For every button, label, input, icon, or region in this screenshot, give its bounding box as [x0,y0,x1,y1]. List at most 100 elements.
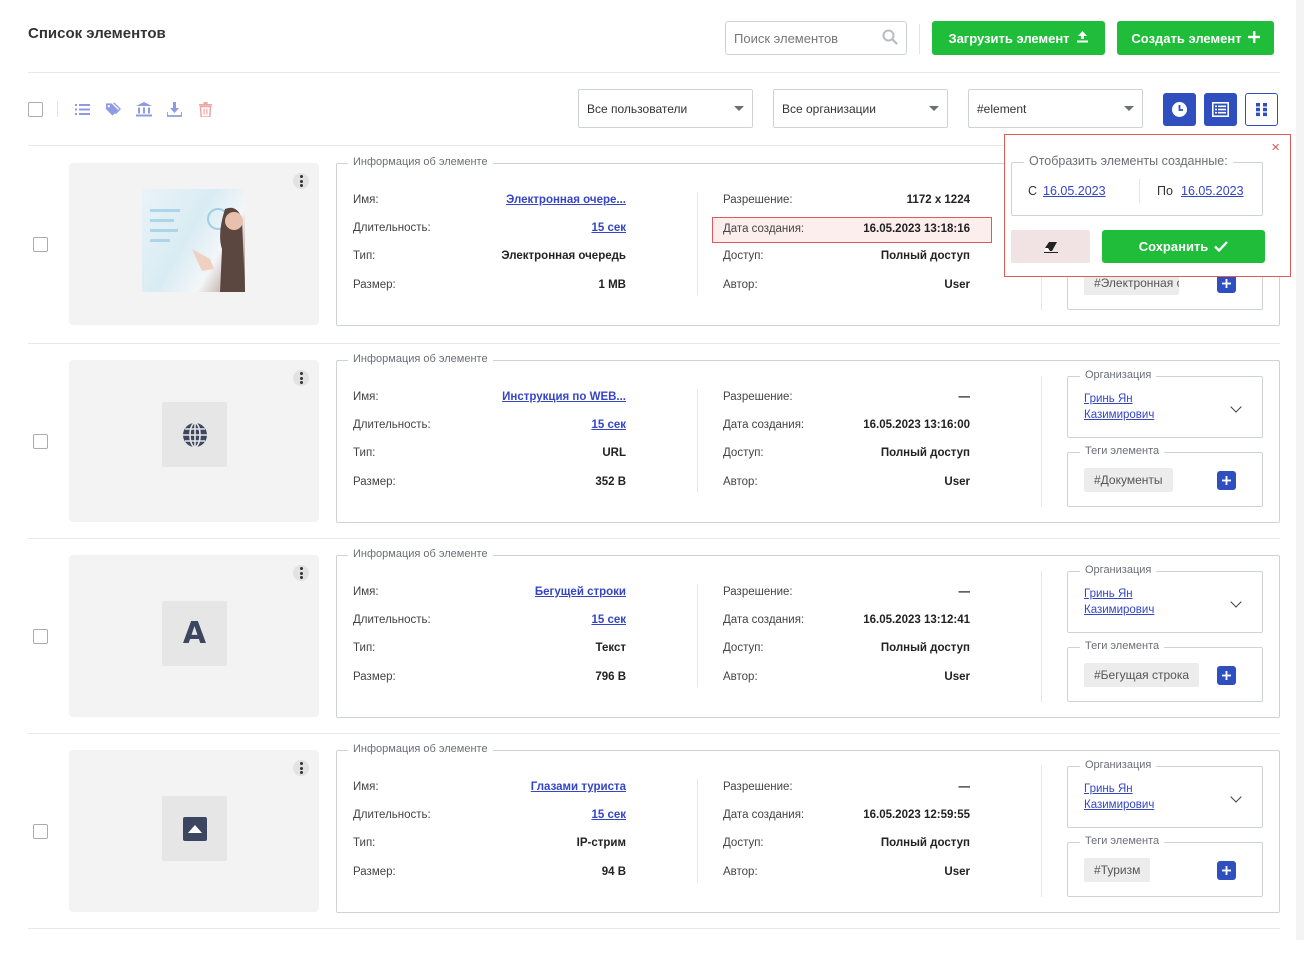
tags-icon[interactable] [105,101,121,117]
size-value: 94 B [601,866,626,878]
to-date-input[interactable]: 16.05.2023 [1181,184,1244,198]
item-checkbox[interactable] [33,237,48,252]
clear-button[interactable] [1011,230,1090,263]
upload-button[interactable]: Загрузить элемент [932,21,1105,55]
date-filter-button[interactable] [1163,93,1196,126]
author-label: Автор: [723,866,758,878]
item-size-row: Размер: 1 MB [353,279,626,291]
add-tag-button[interactable] [1217,471,1236,490]
upload-button-label: Загрузить элемент [948,30,1070,46]
more-options-icon[interactable] [293,370,309,386]
users-filter-value: Все пользователи [587,101,688,116]
item-author-row: Автор: User [723,476,970,488]
text-icon: A [182,616,207,651]
more-options-icon[interactable] [293,565,309,581]
chevron-down-icon[interactable] [1230,596,1242,608]
item-checkbox[interactable] [33,629,48,644]
column-divider [697,779,698,882]
chevron-down-icon[interactable] [1230,401,1242,413]
item-author-row: Автор: User [723,866,970,878]
grid-view-button[interactable] [1245,93,1278,126]
size-value: 796 B [595,671,626,683]
duration-value[interactable]: 15 сек [591,419,626,431]
item-thumbnail[interactable]: A [69,555,319,717]
org-legend: Организация [1080,369,1157,381]
item-info-card: Информация об элементе Имя: Инструкция по … [336,353,1280,523]
name-value[interactable]: Инструкция по WEB... [502,391,626,403]
duration-value[interactable]: 15 сек [591,809,626,821]
save-button-label: Сохранить [1138,239,1209,254]
organization-link[interactable]: Гринь Ян Казимирович [1084,781,1184,813]
plus-icon [1222,476,1231,485]
search-placeholder: Поиск элементов [734,30,839,46]
caret-down-icon [929,106,939,111]
item-checkbox[interactable] [33,434,48,449]
item-created-row: Дата создания: 16.05.2023 13:12:41 [723,614,970,626]
tags-fieldset: Теги элемента #Туризм [1067,835,1263,897]
download-icon[interactable] [166,101,182,117]
item-author-row: Автор: User [723,279,970,291]
item-checkbox[interactable] [33,824,48,839]
name-value[interactable]: Электронная очере... [506,194,626,206]
list-icon[interactable] [74,101,90,117]
close-icon[interactable]: × [1271,140,1280,155]
item-duration-row: Длительность: 15 сек [353,614,626,626]
organization-fieldset: Организация Гринь Ян Казимирович [1067,369,1263,438]
duration-value[interactable]: 15 сек [591,222,626,234]
item-divider [28,733,1280,734]
create-button[interactable]: Создать элемент [1117,21,1274,55]
item-thumbnail[interactable] [69,163,319,325]
item-thumbnail[interactable] [69,360,319,522]
toolbar-divider [57,101,58,117]
organization-link[interactable]: Гринь Ян Казимирович [1084,391,1184,423]
more-options-icon[interactable] [293,173,309,189]
plus-icon [1222,671,1231,680]
item-resolution-row: Разрешение: — [723,391,970,403]
trash-icon[interactable] [197,101,213,117]
chevron-down-icon[interactable] [1230,791,1242,803]
item-access-row: Доступ: Полный доступ [723,837,970,849]
plus-icon [1222,866,1231,875]
item-created-row: Дата создания: 16.05.2023 13:16:00 [723,419,970,431]
size-label: Размер: [353,866,396,878]
created-value: 16.05.2023 13:16:00 [863,419,970,431]
name-value[interactable]: Глазами туриста [531,781,626,793]
item-type-row: Тип: Электронная очередь [353,250,626,262]
list-view-button[interactable] [1204,93,1237,126]
access-label: Доступ: [723,642,764,654]
item-size-row: Размер: 94 B [353,866,626,878]
access-value: Полный доступ [880,642,970,654]
search-icon[interactable] [882,29,898,48]
tag-filter-select[interactable]: #element [968,89,1143,128]
info-legend: Информация об элементе [348,548,493,560]
item-size-row: Размер: 796 B [353,671,626,683]
from-date-input[interactable]: 16.05.2023 [1043,184,1106,198]
save-button[interactable]: Сохранить [1102,230,1265,263]
add-tag-button[interactable] [1217,666,1236,685]
scrollbar[interactable] [1296,0,1304,940]
size-value: 1 MB [598,279,626,291]
orgs-filter-select[interactable]: Все организации [773,89,948,128]
resolution-label: Разрешение: [723,391,793,403]
name-value[interactable]: Бегущей строки [535,586,626,598]
duration-label: Длительность: [353,809,431,821]
select-all-checkbox[interactable] [28,102,43,117]
organization-fieldset: Организация Гринь Ян Казимирович [1067,564,1263,633]
created-label: Дата создания: [723,419,805,431]
eraser-icon [1043,241,1058,253]
item-type-row: Тип: Текст [353,642,626,654]
to-label: По [1157,184,1173,198]
duration-value[interactable]: 15 сек [591,614,626,626]
search-input[interactable]: Поиск элементов [725,21,907,55]
page-title: Список элементов [28,25,166,42]
column-divider [697,192,698,295]
item-thumbnail[interactable] [69,750,319,912]
thumbnail-tile [162,796,227,861]
caret-down-icon [1124,106,1134,111]
more-options-icon[interactable] [293,760,309,776]
organization-icon[interactable] [136,101,152,117]
add-tag-button[interactable] [1217,861,1236,880]
users-filter-select[interactable]: Все пользователи [578,89,753,128]
organization-link[interactable]: Гринь Ян Казимирович [1084,586,1184,618]
item-size-row: Размер: 352 B [353,476,626,488]
